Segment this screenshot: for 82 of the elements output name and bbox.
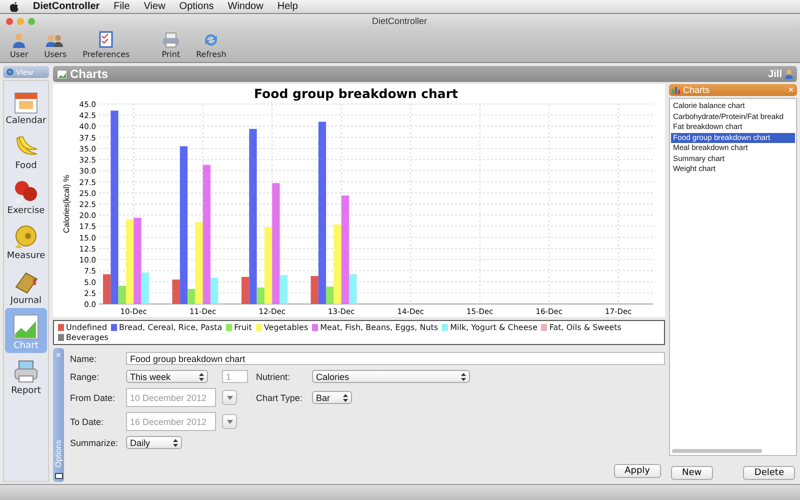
sidebar-item[interactable]: Journal bbox=[5, 263, 47, 308]
legend-label: Fruit bbox=[234, 323, 252, 332]
caret-icon bbox=[461, 372, 466, 380]
caret-icon bbox=[343, 394, 348, 402]
legend-label: Vegetables bbox=[264, 323, 308, 332]
person-icon bbox=[11, 32, 28, 48]
tape-measure-icon bbox=[13, 224, 39, 250]
date-dropdown-button[interactable] bbox=[222, 390, 237, 405]
menu-item[interactable]: Help bbox=[277, 1, 298, 12]
line-chart-icon bbox=[13, 314, 39, 340]
field-label: Range: bbox=[70, 372, 100, 382]
legend-swatch bbox=[111, 324, 118, 331]
toolbar-button[interactable]: Refresh bbox=[192, 32, 230, 59]
summarize-select[interactable]: Daily bbox=[126, 436, 182, 449]
list-button[interactable]: Delete bbox=[743, 466, 795, 480]
apple-logo-icon bbox=[10, 2, 19, 12]
caret-icon bbox=[226, 420, 232, 424]
app-menu[interactable]: DietController bbox=[33, 1, 100, 12]
sidebar-item[interactable]: Food bbox=[5, 128, 47, 173]
close-icon[interactable] bbox=[6, 18, 13, 24]
charts-list-title: Charts bbox=[683, 85, 711, 95]
checklist-icon bbox=[99, 31, 114, 48]
boxing-gloves-icon bbox=[13, 179, 39, 205]
toolbar-button[interactable]: Print bbox=[158, 32, 184, 59]
people-icon bbox=[46, 32, 64, 48]
y-axis-label: Calories(kcal) % bbox=[62, 174, 71, 234]
sidebar-item[interactable]: Exercise bbox=[5, 173, 47, 218]
name-field[interactable]: Food group breakdown chart bbox=[126, 352, 665, 365]
panel-title: Charts bbox=[70, 67, 110, 81]
legend-swatch bbox=[442, 324, 448, 331]
minimize-icon[interactable] bbox=[17, 18, 24, 24]
chart-type-select[interactable]: Bar bbox=[312, 391, 352, 404]
scrollbar[interactable] bbox=[672, 449, 762, 453]
refresh-icon bbox=[203, 32, 220, 48]
field-label: Summarize: bbox=[70, 438, 120, 448]
legend-swatch bbox=[226, 324, 232, 331]
chart-title: Food group breakdown chart bbox=[254, 86, 458, 101]
legend-label: Beverages bbox=[66, 333, 108, 342]
globe-icon bbox=[6, 68, 14, 76]
window-title: DietController bbox=[370, 16, 428, 26]
legend-swatch bbox=[312, 324, 318, 331]
printer-icon bbox=[13, 359, 39, 385]
sidebar-item[interactable]: Measure bbox=[5, 218, 47, 263]
legend-label: Meat, Fish, Beans, Eggs, Nuts bbox=[320, 323, 438, 332]
printer-icon bbox=[162, 32, 180, 48]
toolbar-button[interactable]: Users bbox=[40, 32, 71, 59]
zoom-icon[interactable] bbox=[28, 18, 35, 24]
caret-icon bbox=[199, 372, 204, 380]
bar-chart-icon bbox=[672, 86, 680, 94]
field-label: Nutrient: bbox=[256, 372, 292, 382]
legend-swatch bbox=[541, 324, 548, 331]
toolbar-button[interactable]: Preferences bbox=[78, 31, 134, 59]
field-label: Name: bbox=[70, 354, 98, 364]
toolbar-button[interactable]: User bbox=[6, 32, 32, 59]
nutrient-select[interactable]: Calories bbox=[312, 370, 470, 383]
field-label: To Date: bbox=[70, 416, 105, 426]
view-header-label: View bbox=[16, 68, 34, 76]
legend-swatch bbox=[58, 324, 64, 331]
menu-item[interactable]: Window bbox=[228, 1, 264, 12]
window-icon bbox=[54, 472, 62, 479]
sidebar-item[interactable]: Report bbox=[5, 353, 47, 398]
date-dropdown-button[interactable] bbox=[222, 414, 237, 429]
menu-item[interactable]: View bbox=[144, 1, 166, 12]
range-select[interactable]: This week bbox=[126, 370, 208, 383]
apply-button[interactable]: Apply bbox=[614, 464, 661, 478]
legend-label: Fat, Oils & Sweets bbox=[549, 323, 622, 332]
field-label: From Date: bbox=[70, 392, 116, 402]
legend-swatch bbox=[256, 324, 262, 331]
person-icon bbox=[785, 69, 793, 79]
sidebar-item[interactable]: Calendar bbox=[5, 83, 47, 128]
legend-label: Undefined bbox=[66, 323, 108, 332]
chart-icon bbox=[57, 70, 67, 78]
menu-item[interactable]: Options bbox=[179, 1, 214, 12]
menu-item[interactable]: File bbox=[114, 1, 130, 12]
legend-label: Milk, Yogurt & Cheese bbox=[450, 323, 538, 332]
field-label: Chart Type: bbox=[256, 392, 304, 402]
caret-icon bbox=[173, 438, 178, 446]
legend-label: Bread, Cereal, Rice, Pasta bbox=[119, 323, 222, 332]
list-button[interactable]: New bbox=[671, 466, 713, 480]
user-name: Jill bbox=[768, 68, 782, 80]
legend-swatch bbox=[58, 334, 64, 341]
caret-icon bbox=[226, 396, 232, 400]
